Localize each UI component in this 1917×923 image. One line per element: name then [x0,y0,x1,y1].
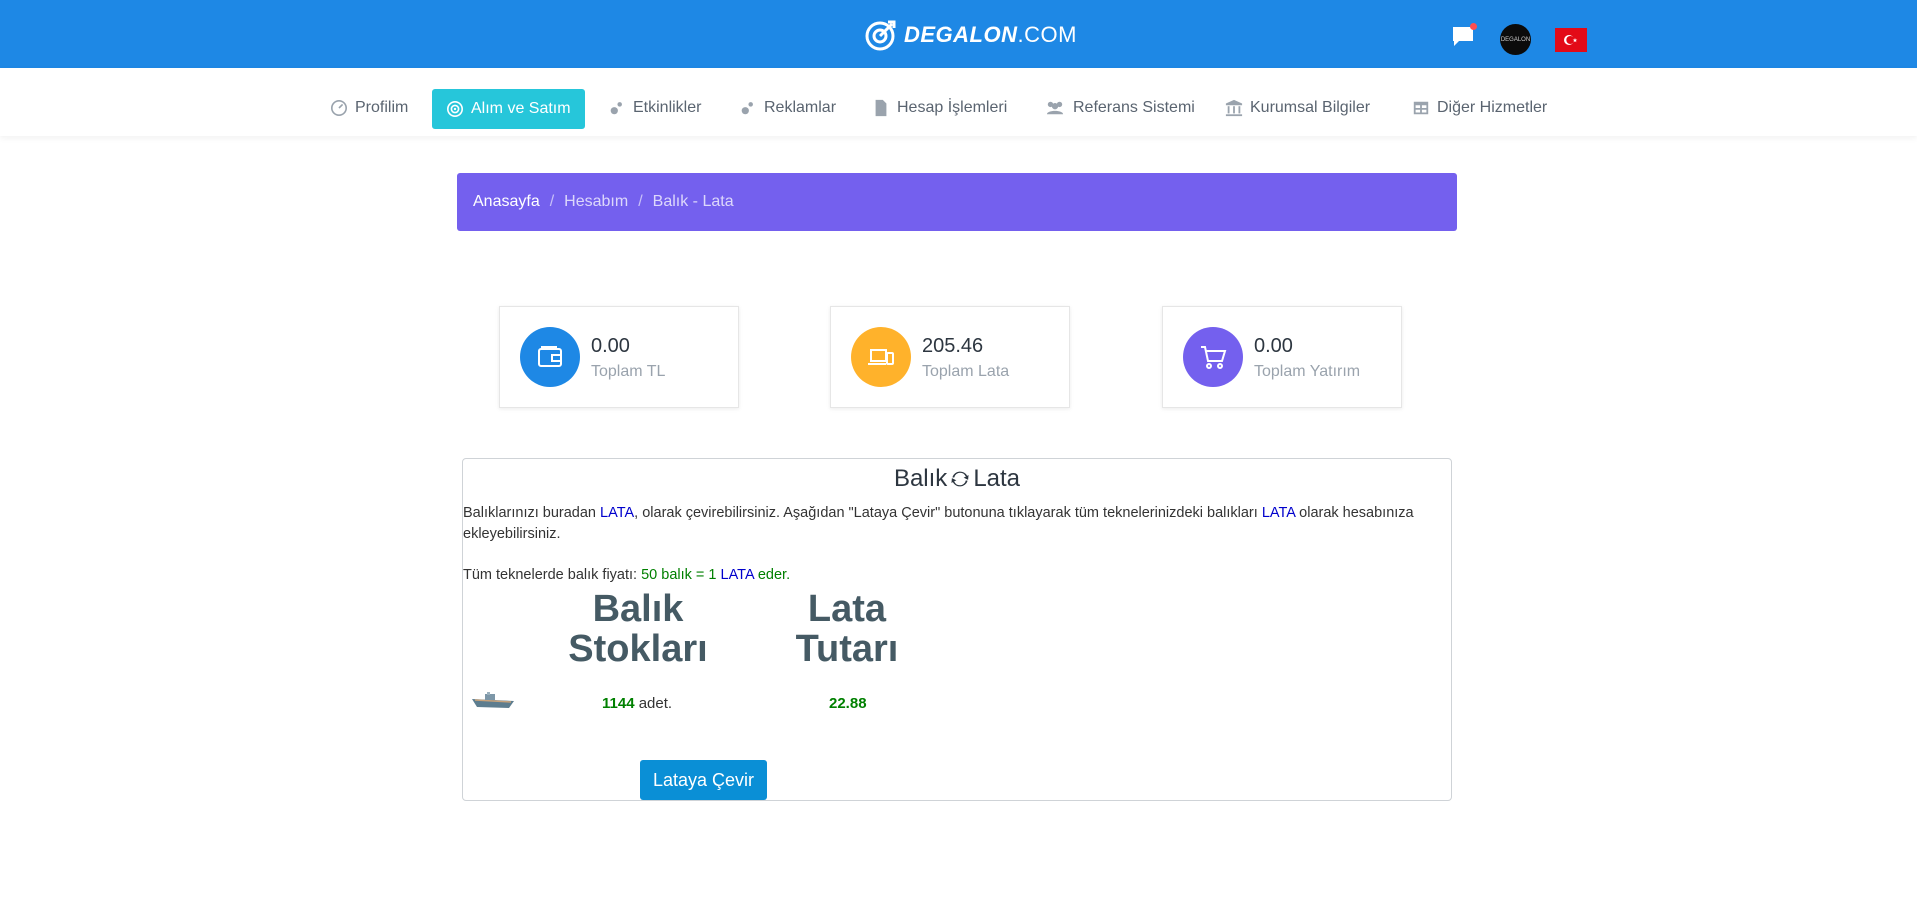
bank-icon [1225,99,1243,117]
price-suffix: eder. [753,567,791,583]
breadcrumb: Anasayfa / Hesabım / Balık - Lata [457,173,1457,231]
stat-label: Toplam Yatırım [1254,363,1361,380]
panel-title-left: Balık [893,465,948,492]
desc-text: , olarak çevirebilirsiniz. Aşağıdan "Lat… [634,505,1262,521]
fish-to-lata-panel: Balık Lata Balıklarınızı buradan LATA, o… [462,458,1452,801]
price-rate: 50 balık = 1 [641,567,721,583]
avatar[interactable]: DEGALON [1500,24,1531,55]
devices-icon [851,327,911,387]
stat-card-total-tl: 0.00 Toplam TL [499,306,739,408]
users-icon [1046,101,1064,115]
price-prefix: Tüm teknelerde balık fiyatı: [463,567,642,583]
stat-card-total-investment: 0.00 Toplam Yatırım [1162,306,1402,408]
stat-value: 205.46 [922,335,984,357]
fish-count: 1144 [602,695,635,712]
nav-item-reklamlar[interactable]: Reklamlar [731,88,844,128]
lata-value: 22.88 [829,695,867,712]
turkey-flag-icon[interactable] [1555,28,1587,52]
lata-amount: 22.88 [829,695,867,712]
lata-highlight: LATA [600,505,635,521]
dashboard-icon [330,99,348,117]
nav-item-kurumsal-bilgiler[interactable]: Kurumsal Bilgiler [1217,88,1378,128]
target-icon [446,100,464,118]
breadcrumb-current: Balık - Lata [652,193,734,210]
convert-to-lata-button[interactable]: Lataya Çevir [640,760,767,800]
desc-text: Balıklarınızı buradan [463,505,601,521]
stat-value: 0.00 [1254,335,1293,357]
nav-label: Profilim [355,99,409,116]
stat-label: Toplam TL [591,363,666,380]
fish-stock-heading: Balık Stokları [568,588,708,670]
nav-item-referans-sistemi[interactable]: Referans Sistemi [1036,88,1203,128]
table-icon [1413,101,1429,115]
fish-unit: adet. [634,695,673,712]
boat-icon [472,692,514,708]
main-nav: Profilim Alım ve Satım Etkinlikler Rekla… [0,68,1917,136]
wallet-icon [520,327,580,387]
breadcrumb-separator: / [549,193,555,210]
nav-label: Referans Sistemi [1073,99,1195,116]
nav-label: Alım ve Satım [471,100,571,117]
panel-title-right: Lata [973,465,1021,492]
logo-text: DEGALON.COM [904,22,1077,47]
breadcrumb-account[interactable]: Hesabım [564,193,628,211]
document-icon [875,99,887,117]
bubbles-icon [741,102,753,115]
top-bar: DEGALON.COM DEGALON [0,0,1917,68]
panel-description: Balıklarınızı buradan LATA, olarak çevir… [463,503,1448,545]
lata-highlight: LATA [1261,505,1296,521]
lata-amount-heading: Lata Tutarı [795,588,899,670]
stat-label: Toplam Lata [922,363,1010,380]
refresh-icon [951,471,969,487]
lata-highlight: LATA [720,567,754,583]
breadcrumb-separator: / [638,193,643,210]
breadcrumb-home[interactable]: Anasayfa [473,193,540,211]
site-logo[interactable]: DEGALON.COM [864,17,1077,53]
bubbles-icon [610,102,622,115]
nav-item-hesap-islemleri[interactable]: Hesap İşlemleri [864,88,1015,128]
panel-title: Balık Lata [463,465,1451,493]
nav-item-alim-ve-satim[interactable]: Alım ve Satım [432,89,585,129]
nav-item-profilim[interactable]: Profilim [322,88,416,128]
fish-quantity: 1144 adet. [602,695,672,712]
nav-label: Etkinlikler [633,99,702,116]
crescent-star-icon [1564,35,1578,45]
notification-dot [1470,23,1477,30]
cart-icon [1183,327,1243,387]
logo-target-icon [865,20,896,51]
avatar-text: DEGALON [1500,36,1531,43]
fish-price-info: Tüm teknelerde balık fiyatı: 50 balık = … [463,567,790,583]
nav-item-etkinlikler[interactable]: Etkinlikler [600,88,709,128]
nav-label: Reklamlar [764,99,837,116]
stat-card-total-lata: 205.46 Toplam Lata [830,306,1070,408]
nav-label: Kurumsal Bilgiler [1250,99,1371,116]
nav-label: Hesap İşlemleri [897,99,1008,116]
nav-item-diger-hizmetler[interactable]: Diğer Hizmetler [1404,88,1555,128]
nav-label: Diğer Hizmetler [1437,99,1548,116]
stat-value: 0.00 [591,335,630,357]
